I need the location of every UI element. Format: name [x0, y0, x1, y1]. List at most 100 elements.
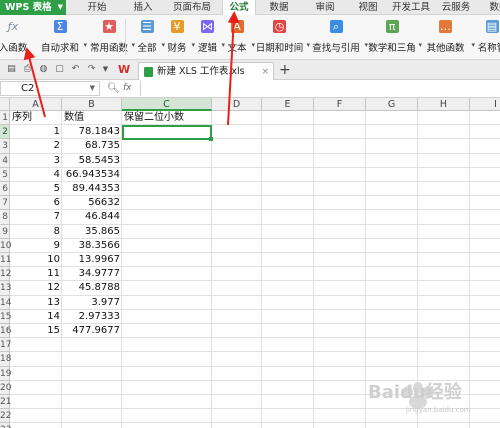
grid-cell-D16[interactable]	[212, 324, 262, 339]
grid-cell-D1[interactable]	[212, 111, 262, 126]
grid-cell-I13[interactable]	[470, 281, 500, 296]
grid-cell-B17[interactable]	[62, 338, 122, 353]
chevron-down-icon[interactable]: ▼	[100, 64, 111, 75]
column-header-F[interactable]: F	[314, 98, 366, 111]
grid-cell-G12[interactable]	[366, 267, 418, 282]
cell-value-B11[interactable]: 13.9967	[62, 253, 122, 267]
grid-cell-B21[interactable]	[62, 395, 122, 410]
row-header-15[interactable]: 15	[0, 309, 11, 324]
grid-cell-C7[interactable]	[122, 196, 212, 211]
grid-cell-I17[interactable]	[470, 338, 500, 353]
row-header-18[interactable]: 18	[0, 352, 11, 367]
grid-cell-H2[interactable]	[418, 125, 470, 140]
grid-cell-G18[interactable]	[366, 352, 418, 367]
grid-cell-C11[interactable]	[122, 253, 212, 268]
grid-cell-H10[interactable]	[418, 238, 470, 253]
ribbon-button-3[interactable]: ☰ 全部 ▾	[132, 15, 165, 59]
grid-cell-I5[interactable]	[470, 168, 500, 182]
grid-cell-I1[interactable]	[470, 111, 500, 126]
cell-value-B1[interactable]: 数值	[62, 111, 122, 125]
grid-cell-I3[interactable]	[470, 139, 500, 154]
grid-cell-F12[interactable]	[314, 267, 366, 282]
grid-cell-C13[interactable]	[122, 281, 212, 296]
zoom-search-icon[interactable]: 🔍︎	[107, 81, 120, 96]
row-header-16[interactable]: 16	[0, 324, 11, 339]
row-header-1[interactable]: 1	[0, 111, 10, 126]
grid-cell-E23[interactable]	[262, 423, 314, 428]
menu-tab-8[interactable]: 云服务	[436, 0, 476, 15]
grid-cell-D2[interactable]	[212, 125, 262, 140]
cell-value-B15[interactable]: 2.97333	[62, 310, 122, 324]
select-all-corner[interactable]	[0, 98, 10, 111]
cell-value-B6[interactable]: 89.44353	[62, 182, 122, 196]
grid-cell-E21[interactable]	[262, 395, 314, 410]
grid-cell-G14[interactable]	[366, 295, 418, 310]
grid-cell-C5[interactable]	[122, 167, 212, 182]
ribbon-button-10[interactable]: … 其他函数 ▾	[419, 15, 475, 59]
row-header-12[interactable]: 12	[0, 267, 11, 282]
grid-cell-E22[interactable]	[262, 409, 314, 424]
grid-cell-F1[interactable]	[314, 111, 366, 126]
grid-cell-C15[interactable]	[122, 309, 212, 324]
grid-cell-H15[interactable]	[418, 309, 470, 324]
menu-tab-9[interactable]: 数据	[484, 0, 500, 15]
grid-cell-I10[interactable]	[470, 239, 500, 253]
row-header-9[interactable]: 9	[0, 224, 10, 239]
grid-cell-G7[interactable]	[366, 196, 418, 211]
grid-cell-H8[interactable]	[418, 210, 470, 225]
menu-tab-2[interactable]: 页面布局	[167, 0, 217, 15]
grid-cell-E19[interactable]	[262, 366, 314, 381]
grid-cell-F18[interactable]	[314, 352, 366, 367]
grid-cell-D15[interactable]	[212, 309, 262, 324]
menu-tab-1[interactable]: 插入	[126, 0, 160, 15]
grid-cell-F14[interactable]	[314, 295, 366, 310]
row-header-10[interactable]: 10	[0, 238, 11, 253]
cell-value-B8[interactable]: 46.844	[62, 210, 122, 224]
grid-cell-H17[interactable]	[418, 338, 470, 353]
grid-cell-D12[interactable]	[212, 267, 262, 282]
grid-cell-C10[interactable]	[122, 238, 212, 253]
grid-cell-H4[interactable]	[418, 153, 470, 168]
grid-cell-B20[interactable]	[62, 380, 122, 395]
cell-value-B10[interactable]: 38.3566	[62, 239, 122, 253]
grid-cell-C12[interactable]	[122, 267, 212, 282]
grid-cell-C20[interactable]	[122, 380, 212, 395]
grid-cell-A23[interactable]	[10, 423, 62, 428]
wps-app-menu-button[interactable]: WPS 表格 ▼	[0, 0, 66, 15]
grid-cell-I14[interactable]	[470, 296, 500, 310]
column-header-D[interactable]: D	[212, 98, 262, 111]
cell-value-C1[interactable]: 保留二位小数	[122, 111, 212, 125]
grid-cell-E8[interactable]	[262, 210, 314, 225]
grid-cell-F6[interactable]	[314, 182, 366, 197]
grid-cell-I11[interactable]	[470, 253, 500, 268]
cell-value-B12[interactable]: 34.9777	[62, 267, 122, 281]
grid-cell-C17[interactable]	[122, 338, 212, 353]
ribbon-button-0[interactable]: ƒx 入函数	[0, 15, 30, 59]
undo-icon[interactable]: ↶	[70, 64, 81, 75]
cell-value-A4[interactable]: 3	[10, 154, 62, 168]
row-header-14[interactable]: 14	[0, 295, 11, 310]
menu-tab-3[interactable]: 公式	[222, 0, 256, 15]
grid-cell-C18[interactable]	[122, 352, 212, 367]
row-header-13[interactable]: 13	[0, 281, 11, 296]
grid-cell-G17[interactable]	[366, 338, 418, 353]
grid-cell-H16[interactable]	[418, 324, 470, 339]
grid-cell-A22[interactable]	[10, 409, 62, 424]
grid-cell-E20[interactable]	[262, 380, 314, 395]
grid-cell-H5[interactable]	[418, 167, 470, 182]
grid-cell-D13[interactable]	[212, 281, 262, 296]
row-header-7[interactable]: 7	[0, 196, 10, 211]
grid-cell-C16[interactable]	[122, 324, 212, 339]
cell-value-B13[interactable]: 45.8788	[62, 281, 122, 295]
fill-handle[interactable]	[209, 137, 213, 142]
grid-cell-F3[interactable]	[314, 139, 366, 154]
cell-value-B16[interactable]: 477.9677	[62, 324, 122, 338]
menu-tab-0[interactable]: 开始	[80, 0, 114, 15]
grid-cell-H6[interactable]	[418, 182, 470, 197]
grid-cell-C4[interactable]	[122, 153, 212, 168]
grid-cell-G9[interactable]	[366, 224, 418, 239]
cell-value-B2[interactable]: 78.1843	[62, 125, 122, 139]
grid-cell-C23[interactable]	[122, 423, 212, 428]
grid-cell-C3[interactable]	[122, 139, 212, 154]
grid-cell-E13[interactable]	[262, 281, 314, 296]
